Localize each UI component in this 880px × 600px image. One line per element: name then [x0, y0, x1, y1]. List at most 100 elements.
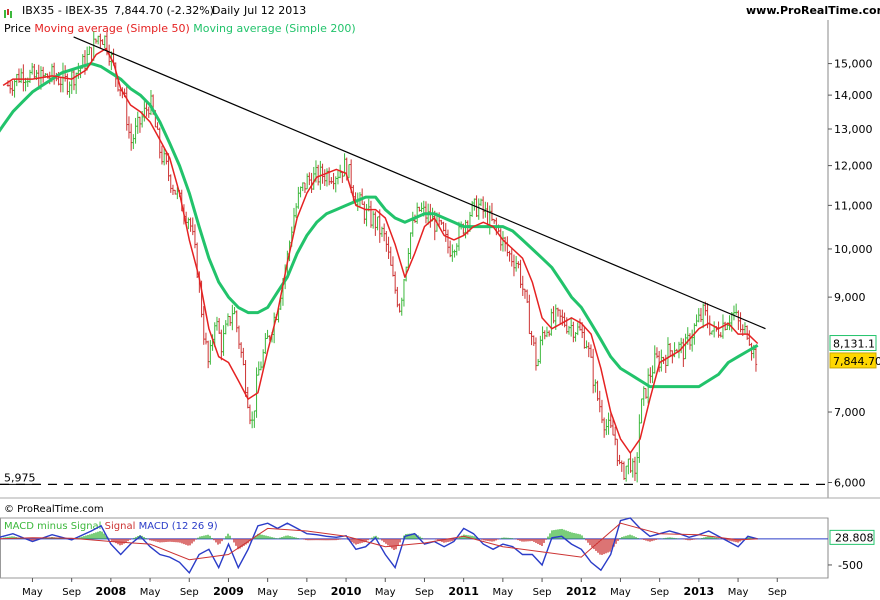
- price-bar: [737, 310, 740, 330]
- price-bar: [94, 38, 98, 44]
- price-bar: [389, 246, 392, 266]
- price-bar: [653, 345, 656, 374]
- price-bar: [750, 342, 753, 361]
- price-bar: [215, 316, 219, 331]
- price-bar: [125, 85, 128, 131]
- time-tick-label: May: [22, 587, 43, 598]
- support-line: 5,975: [0, 471, 828, 486]
- price-bar: [233, 306, 236, 315]
- price-bar: [206, 340, 210, 369]
- price-bar: [332, 172, 335, 190]
- price-bar: [572, 321, 575, 343]
- price-bar: [409, 232, 412, 260]
- price-bar: [393, 271, 397, 294]
- macd-signal-line: [0, 522, 758, 561]
- time-tick-label: May: [257, 587, 278, 598]
- price-bar: [745, 325, 749, 340]
- price-bar: [15, 73, 18, 87]
- price-bar: [158, 127, 161, 159]
- price-tick-label: 10,000: [834, 243, 873, 256]
- time-tick-label: Sep: [180, 587, 199, 598]
- price-bar: [675, 348, 678, 352]
- price-tick-label: 14,000: [834, 89, 873, 102]
- price-bar: [323, 169, 326, 186]
- price-bar: [171, 184, 175, 195]
- price-bar: [671, 350, 674, 364]
- price-bar: [589, 344, 593, 358]
- price-bar: [266, 329, 269, 339]
- price-bar: [248, 404, 252, 425]
- price-bar: [299, 186, 302, 198]
- ma50-line: [2, 47, 759, 454]
- price-bar: [710, 330, 714, 335]
- price-bar: [402, 278, 406, 307]
- price-bar: [220, 329, 223, 361]
- price-bar: [400, 297, 403, 316]
- price-tick-label: 12,000: [834, 160, 873, 173]
- price-bar: [28, 69, 32, 83]
- price-tick-label: 7,000: [834, 406, 866, 419]
- price-bar: [543, 330, 546, 340]
- price-bars: [6, 31, 758, 483]
- time-tick-label: Sep: [297, 587, 316, 598]
- price-bar: [250, 411, 254, 429]
- price-bar: [490, 202, 494, 222]
- price-bar: [477, 198, 480, 220]
- price-bar: [596, 380, 599, 401]
- price-bar: [666, 337, 670, 367]
- price-bar: [202, 306, 205, 345]
- price-bar: [550, 308, 553, 336]
- price-bar: [308, 172, 311, 186]
- price-bar: [193, 224, 197, 249]
- price-bar: [321, 163, 324, 184]
- price-bar: [347, 164, 351, 179]
- price-bar: [451, 244, 454, 262]
- price-bar: [209, 340, 212, 365]
- price-bar: [341, 171, 344, 183]
- price-bar: [640, 398, 643, 424]
- price-bar: [734, 303, 738, 315]
- last-value-labels: 8,131.1 7,844.70: [829, 335, 880, 369]
- price-bar: [374, 211, 377, 236]
- time-tick-label: Sep: [650, 587, 669, 598]
- price-bar: [470, 201, 474, 217]
- price-bar: [690, 329, 694, 352]
- price-bar: [239, 342, 243, 358]
- price-bar: [587, 342, 590, 358]
- price-bar: [464, 219, 467, 239]
- price-bar: [187, 217, 190, 230]
- price-bar: [558, 309, 562, 325]
- price-tick-label: 15,000: [834, 58, 873, 71]
- price-bar: [387, 236, 390, 259]
- price-bar: [708, 315, 711, 336]
- price-bar: [618, 454, 621, 465]
- price-bar: [17, 68, 21, 83]
- price-bar: [701, 303, 705, 329]
- price-bar: [633, 456, 637, 482]
- macd-frame: [0, 517, 829, 579]
- price-bar: [585, 340, 588, 349]
- time-tick-label: May: [375, 587, 396, 598]
- price-bar: [132, 134, 135, 150]
- price-bar: [297, 186, 300, 209]
- price-bar: [363, 201, 366, 224]
- price-bar: [598, 390, 601, 413]
- price-bar: [336, 170, 340, 185]
- price-bar: [360, 188, 364, 205]
- price-bar: [382, 223, 386, 242]
- price-bar: [136, 111, 139, 134]
- price-bar: [530, 330, 533, 346]
- price-bar: [563, 312, 566, 328]
- price-bar: [68, 81, 71, 98]
- ma50-path: [2, 47, 759, 454]
- price-axis: 15,000 14,000 13,000 12,000 11,000 10,000 9,00…: [828, 58, 873, 490]
- price-bar: [325, 168, 329, 187]
- price-bar: [748, 330, 751, 346]
- price-bar: [420, 202, 423, 213]
- price-bar: [257, 361, 260, 376]
- price-tick-label: 6,000: [834, 477, 866, 490]
- price-bar: [147, 106, 150, 118]
- ma200-path: [0, 62, 759, 389]
- price-chart[interactable]: 15,000 14,000 13,000 12,000 11,000 10,000 9,00…: [0, 0, 880, 600]
- time-tick-label: 2011: [448, 585, 479, 598]
